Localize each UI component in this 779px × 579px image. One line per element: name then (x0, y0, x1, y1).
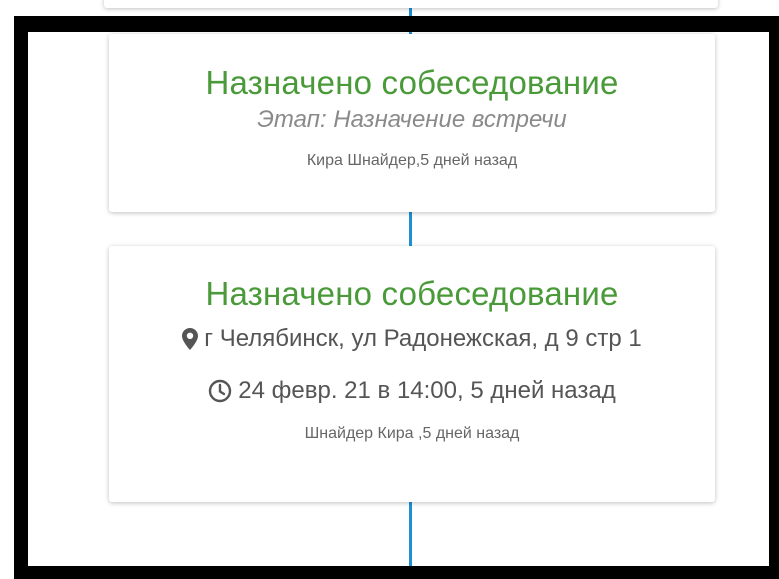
event-title: Назначено собеседование (205, 64, 619, 101)
event-datetime-text: 24 февр. 21 в 14:00, 5 дней назад (238, 377, 616, 404)
event-stage: Этап: Назначение встречи (257, 106, 567, 133)
clock-icon (208, 379, 232, 403)
event-title: Назначено собеседование (205, 275, 619, 312)
timeline-page: Назначено собеседование Этап: Назначение… (0, 0, 779, 579)
previous-timeline-card (104, 0, 718, 8)
timeline-card-stage: Назначено собеседование Этап: Назначение… (109, 34, 715, 212)
timeline-card-interview: Назначено собеседование г Челябинск, ул … (109, 246, 715, 502)
event-author-time: Кира Шнайдер,5 дней назад (306, 152, 518, 169)
map-marker-icon (182, 328, 199, 350)
event-location-text: г Челябинск, ул Радонежская, д 9 стр 1 (204, 325, 642, 352)
frame-border-top (14, 16, 779, 32)
frame-border-right (769, 16, 779, 579)
frame-border-bottom (14, 566, 779, 579)
frame-border-left (14, 16, 28, 579)
event-datetime: 24 февр. 21 в 14:00, 5 дней назад (109, 376, 715, 406)
event-location: г Челябинск, ул Радонежская, д 9 стр 1 (109, 324, 715, 354)
event-author-time: Шнайдер Кира ,5 дней назад (304, 425, 520, 442)
